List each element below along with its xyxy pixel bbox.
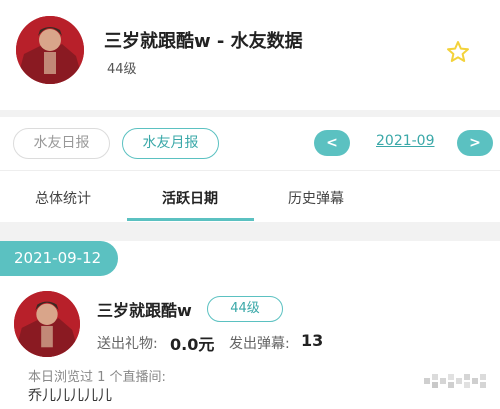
active-tab-indicator [127, 218, 254, 221]
gift-value: 0.0元 [170, 335, 215, 354]
tab-active-days[interactable]: 活跃日期 [162, 188, 218, 208]
room-link[interactable]: 乔儿儿儿儿儿 [28, 385, 112, 405]
profile-header: 三岁就跟酷w - 水友数据 44级 [0, 0, 500, 110]
watermark-mosaic [424, 374, 486, 388]
prev-month-button[interactable]: < [314, 130, 350, 156]
profile-level: 44级 [107, 62, 137, 77]
tab-history-danmu[interactable]: 历史弹幕 [288, 188, 344, 208]
daily-report-button[interactable]: 水友日报 [13, 128, 110, 159]
stats-tabs: 总体统计 活跃日期 历史弹幕 [0, 170, 500, 222]
danmu-label: 发出弹幕: [229, 336, 290, 352]
danmu-value: 13 [301, 331, 324, 350]
star-icon[interactable] [446, 40, 470, 64]
next-month-button[interactable]: > [457, 130, 493, 156]
tab-overall-stats[interactable]: 总体统计 [35, 188, 91, 208]
gift-label: 送出礼物: [97, 336, 158, 352]
profile-title: 三岁就跟酷w - 水友数据 [104, 31, 303, 52]
visited-rooms-text: 本日浏览过 1 个直播间: [28, 370, 166, 385]
month-selector[interactable]: 2021-09 [376, 133, 435, 149]
report-filter-bar: 水友日报 水友月报 < 2021-09 > [0, 117, 500, 170]
day-user-name: 三岁就跟酷w [97, 301, 192, 320]
date-badge: 2021-09-12 [0, 241, 118, 276]
monthly-report-button[interactable]: 水友月报 [122, 128, 219, 159]
profile-avatar[interactable] [16, 16, 84, 84]
level-badge: 44级 [207, 296, 283, 322]
day-avatar[interactable] [14, 291, 80, 357]
